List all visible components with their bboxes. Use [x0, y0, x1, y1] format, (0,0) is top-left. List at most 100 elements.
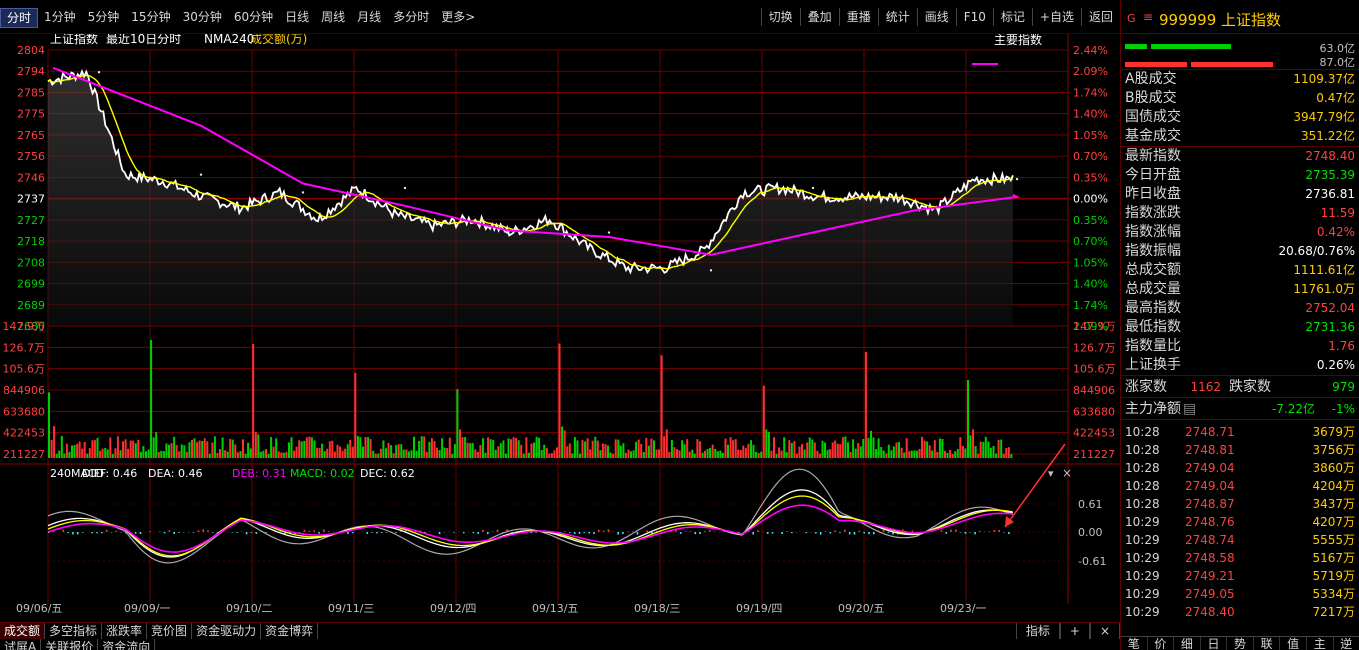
stat-value: 2736.81 — [1305, 187, 1355, 201]
period-tab-5[interactable]: 60分钟 — [228, 8, 279, 28]
action-button-1[interactable]: 叠加 — [799, 8, 839, 26]
indicator-tab-5[interactable]: 资金博弈 — [261, 623, 319, 639]
volume-bar — [517, 440, 520, 458]
pct-tick-label: 1.05% — [1073, 129, 1108, 142]
main-flow-label: 主力净额 — [1125, 401, 1181, 417]
indicator-tab2-0[interactable]: 试屏A — [0, 639, 42, 650]
indicator-tool-2[interactable]: × — [1089, 623, 1120, 639]
stat-label: 今日开盘 — [1125, 167, 1181, 183]
macd-histogram-bar — [940, 530, 943, 532]
menu-icon[interactable]: ≡ — [1143, 10, 1153, 24]
indicator-tab-4[interactable]: 资金驱动力 — [192, 623, 262, 639]
macd-dec: DEC: 0.62 — [360, 467, 415, 480]
tick-time: 10:28 — [1125, 425, 1160, 439]
period-tab-9[interactable]: 多分时 — [387, 8, 435, 28]
volume-bar — [219, 449, 221, 458]
volume-bar — [234, 444, 237, 458]
macd-histogram-bar — [62, 529, 65, 532]
action-button-2[interactable]: 重播 — [838, 8, 878, 26]
volume-bar — [780, 450, 783, 458]
action-button-7[interactable]: +自选 — [1031, 8, 1081, 26]
volume-bar — [589, 449, 592, 458]
indicator-tool-0[interactable]: 指标 — [1015, 623, 1060, 639]
macd-histogram-bar — [781, 532, 783, 534]
volume-bar — [739, 450, 742, 458]
panel-tab-0[interactable]: 笔 — [1121, 637, 1148, 650]
action-button-6[interactable]: 标记 — [992, 8, 1032, 26]
volume-bar — [244, 453, 247, 458]
volume-bar — [354, 372, 357, 458]
panel-tab-7[interactable]: 主 — [1307, 637, 1334, 650]
daily-point — [1015, 177, 1019, 181]
panel-tab-6[interactable]: 值 — [1280, 637, 1307, 650]
panel-tab-2[interactable]: 细 — [1174, 637, 1201, 650]
volume-bar — [395, 445, 398, 458]
tick-row: 10:28 2748.87 3437万 — [1121, 495, 1359, 513]
volume-bar — [836, 443, 839, 458]
daily-point — [97, 71, 101, 74]
chart-canvas[interactable]: 2804 2.44% 2794 2.09% 2785 1.74% 2775 1.40% 2765… — [0, 34, 1120, 623]
volume-bar — [604, 444, 607, 458]
price-tick-label: 2689 — [17, 299, 45, 312]
period-tab-1[interactable]: 1分钟 — [38, 8, 82, 28]
panel-tab-8[interactable]: 逆 — [1334, 637, 1359, 650]
volume-bar — [630, 451, 632, 458]
intraday-chart[interactable]: 2804 2.44% 2794 2.09% 2785 1.74% 2775 1.40% 2765… — [0, 34, 1120, 623]
panel-tab-4[interactable]: 势 — [1227, 637, 1254, 650]
period-tab-4[interactable]: 30分钟 — [177, 8, 228, 28]
volume-bar — [165, 443, 168, 458]
pct-tick-label: 0.35% — [1073, 214, 1108, 227]
volume-bar — [688, 451, 691, 458]
indicator-tab-1[interactable]: 多空指标 — [45, 623, 103, 639]
action-button-4[interactable]: 画线 — [916, 8, 956, 26]
period-tab-0[interactable]: 分时 — [0, 8, 39, 28]
volume-bar — [1002, 453, 1005, 458]
period-tab-3[interactable]: 15分钟 — [125, 8, 176, 28]
volume-bar — [81, 448, 84, 458]
price-tick-label: 2756 — [17, 150, 45, 163]
action-button-3[interactable]: 统计 — [877, 8, 917, 26]
macd-histogram-bar — [487, 532, 489, 535]
period-tab-6[interactable]: 日线 — [279, 8, 315, 28]
action-button-8[interactable]: 返回 — [1080, 8, 1120, 26]
macd-dec-line — [47, 468, 1014, 564]
volume-bar — [382, 440, 385, 458]
volume-bar — [915, 450, 918, 458]
pct-tick-label: 1.40% — [1073, 278, 1108, 291]
volume-bar — [844, 436, 847, 458]
action-button-0[interactable]: 切换 — [760, 8, 800, 26]
indicator-tab2-1[interactable]: 关联报价 — [41, 639, 99, 650]
volume-bar — [415, 450, 418, 458]
tick-list[interactable]: 10:28 2748.71 3679万 10:28 2748.81 3756万 10:28 2… — [1121, 420, 1359, 621]
main-indicator-button[interactable]: 主要指数 — [994, 34, 1042, 47]
volume-bar — [683, 444, 686, 458]
volume-bar — [443, 447, 446, 458]
panel-tab-1[interactable]: 价 — [1148, 637, 1175, 650]
indicator-tab2-2[interactable]: 资金流向 — [98, 639, 156, 650]
tick-time: 10:28 — [1125, 497, 1160, 511]
period-tab-8[interactable]: 月线 — [351, 8, 387, 28]
indicator-tab-0[interactable]: 成交额 — [0, 623, 46, 639]
macd-collapse-icon[interactable]: ▾ — [1048, 467, 1054, 480]
volume-bar — [775, 453, 778, 458]
period-tab-7[interactable]: 周线 — [315, 8, 351, 28]
period-tab-10[interactable]: 更多> — [435, 8, 481, 28]
volume-bar — [650, 438, 653, 458]
indicator-tab-3[interactable]: 竞价图 — [147, 623, 193, 639]
panel-tab-5[interactable]: 联 — [1254, 637, 1281, 650]
volume-bar — [83, 442, 86, 458]
stat-label: 上证换手 — [1125, 357, 1181, 373]
volume-bar — [852, 439, 855, 458]
macd-close-icon[interactable]: × — [1062, 466, 1072, 480]
panel-tab-3[interactable]: 日 — [1201, 637, 1228, 650]
volume-bar — [139, 451, 142, 458]
macd-histogram-bar — [704, 530, 706, 532]
indicator-tabs-row1: 成交额 多空指标 涨跌率 竞价图 资金驱动力 资金博弈 — [0, 623, 1120, 639]
indicator-tab-2[interactable]: 涨跌率 — [102, 623, 148, 639]
indicator-tool-1[interactable]: + — [1059, 623, 1090, 639]
price-tick-label: 2727 — [17, 214, 45, 227]
main-flow-icon[interactable]: ▤ — [1183, 398, 1196, 419]
period-tab-2[interactable]: 5分钟 — [82, 8, 126, 28]
volume-bar — [333, 451, 336, 458]
action-button-5[interactable]: F10 — [955, 8, 993, 26]
